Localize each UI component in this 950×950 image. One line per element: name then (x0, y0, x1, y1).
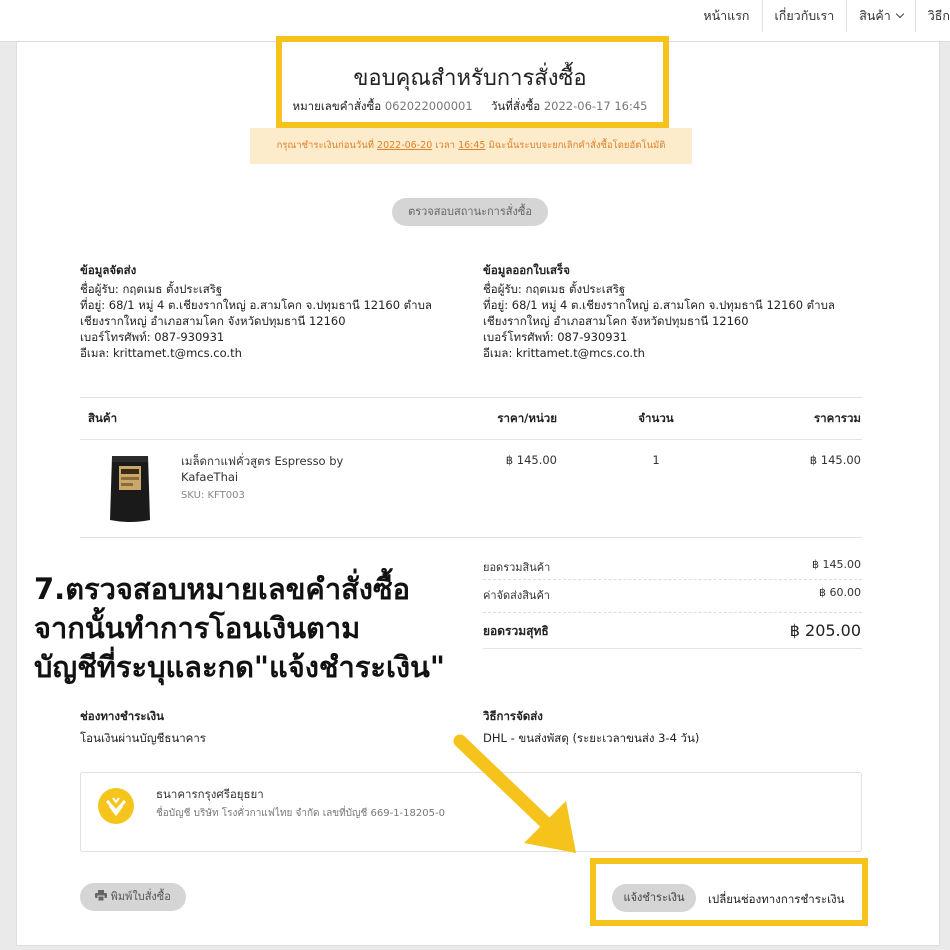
payment-channel-heading: ช่องทางชำระเงิน (80, 709, 165, 723)
product-unit-price: ฿ 145.00 (505, 453, 557, 467)
subtotal-value: ฿ 145.00 (812, 558, 861, 571)
notify-payment-button[interactable]: แจ้งชำระเงิน (612, 884, 696, 912)
subtotal-label: ยอดรวมสินค้า (483, 561, 551, 574)
shipping-info-block: ชื่อผู้รับ: กฤตเมธ ตั้งประเสริฐ ที่อยู่:… (80, 281, 460, 361)
product-name-line-1: เมล็ดกาแฟคั่วสูตร Espresso by (181, 454, 344, 468)
col-header-unit-price: ราคา/หน่วย (497, 411, 557, 425)
billing-phone: เบอร์โทรศัพท์: 087-930931 (483, 330, 628, 344)
billing-info-block: ชื่อผู้รับ: กฤตเมธ ตั้งประเสริฐ ที่อยู่:… (483, 281, 863, 361)
nav-howto[interactable]: วิธีก (916, 0, 950, 32)
nav-home[interactable]: หน้าแรก (691, 0, 763, 32)
bank-account-details: ชื่อบัญชี บริษัท โรงคั่วกาแฟไทย จำกัด เล… (156, 808, 445, 819)
nav-products-label: สินค้า (859, 8, 891, 23)
notice-suffix: มิฉะนั้นระบบจะยกเลิกคำสั่งซื้อโดยอัตโนมั… (488, 140, 666, 151)
krungsri-logo-icon (98, 788, 134, 824)
tutorial-line-1: 7.ตรวจสอบหมายเลขคำสั่งซื้อ (34, 572, 411, 606)
shipping-phone: เบอร์โทรศัพท์: 087-930931 (80, 330, 225, 344)
shipping-recipient: ชื่อผู้รับ: กฤตเมธ ตั้งประเสริฐ (80, 282, 223, 296)
bank-name: ธนาคารกรุงศรีอยุธยา (156, 787, 264, 801)
col-header-qty: จำนวน (638, 411, 674, 425)
nav-products[interactable]: สินค้า (847, 0, 916, 32)
main-nav: หน้าแรก เกี่ยวกับเรา สินค้า วิธีก (691, 0, 950, 32)
shipping-address-2: เชียงรากใหญ่ อำเภอสามโคก จังหวัดปทุมธานี… (80, 314, 346, 328)
table-bottom-divider (80, 537, 862, 538)
product-total: ฿ 145.00 (809, 453, 861, 467)
chevron-down-icon (895, 9, 905, 19)
shipping-fee-label: ค่าจัดส่งสินค้า (483, 589, 550, 602)
product-image (108, 452, 152, 524)
shipping-email: อีเมล: krittamet.t@mcs.co.th (80, 346, 242, 360)
product-name[interactable]: เมล็ดกาแฟคั่วสูตร Espresso by KafaeThai (181, 453, 411, 485)
tutorial-instruction-text: 7.ตรวจสอบหมายเลขคำสั่งซื้อ จากนั้นทำการโ… (34, 570, 445, 687)
product-name-line-2: KafaeThai (181, 470, 239, 484)
print-order-label: พิมพ์ใบสั่งซื้อ (110, 890, 171, 903)
grand-total-value: ฿ 205.00 (789, 621, 861, 640)
shipping-info-heading: ข้อมูลจัดส่ง (80, 263, 137, 277)
summary-divider-1 (483, 579, 862, 580)
highlight-box-order-info (276, 36, 669, 128)
product-qty: 1 (652, 453, 660, 467)
summary-bottom-divider (483, 648, 862, 649)
col-header-total: ราคารวม (814, 411, 861, 425)
payment-channel-value: โอนเงินผ่านบัญชีธนาคาร (80, 731, 206, 745)
summary-divider-2 (483, 612, 862, 613)
table-top-divider (80, 397, 862, 398)
grand-total-label: ยอดรวมสุทธิ (483, 624, 549, 638)
billing-info-heading: ข้อมูลออกใบเสร็จ (483, 263, 570, 277)
tutorial-line-2: จากนั้นทำการโอนเงินตาม (34, 611, 361, 645)
notice-time-label: เวลา (435, 140, 456, 151)
delivery-method-heading: วิธีการจัดส่ง (483, 709, 543, 723)
billing-recipient: ชื่อผู้รับ: กฤตเมธ ตั้งประเสริฐ (483, 282, 626, 296)
printer-icon (95, 890, 111, 903)
shipping-address-1: ที่อยู่: 68/1 หมู่ 4 ต.เชียงรากใหญ่ อ.สา… (80, 298, 432, 312)
print-order-button[interactable]: พิมพ์ใบสั่งซื้อ (80, 883, 186, 911)
nav-about-label: เกี่ยวกับเรา (774, 8, 835, 23)
nav-home-label: หน้าแรก (703, 8, 750, 23)
tutorial-arrow (453, 734, 576, 853)
notice-date: 2022-06-20 (377, 140, 433, 151)
payment-deadline-notice: กรุณาชำระเงินก่อนวันที่ 2022-06-20 เวลา … (250, 128, 692, 164)
billing-address-2: เชียงรากใหญ่ อำเภอสามโคก จังหวัดปทุมธานี… (483, 314, 749, 328)
table-header-divider (80, 439, 862, 440)
billing-address-1: ที่อยู่: 68/1 หมู่ 4 ต.เชียงรากใหญ่ อ.สา… (483, 298, 835, 312)
col-header-product: สินค้า (88, 411, 118, 425)
product-sku: SKU: KFT003 (181, 490, 245, 501)
notice-time: 16:45 (458, 140, 486, 151)
shipping-fee-value: ฿ 60.00 (819, 586, 861, 599)
notice-prefix: กรุณาชำระเงินก่อนวันที่ (276, 140, 374, 151)
check-order-status-button[interactable]: ตรวจสอบสถานะการสั่งซื้อ (392, 198, 548, 226)
tutorial-line-3: บัญชีที่ระบุและกด"แจ้งชำระเงิน" (34, 650, 445, 684)
nav-about[interactable]: เกี่ยวกับเรา (763, 0, 848, 32)
nav-howto-label: วิธีก (927, 8, 950, 23)
change-payment-method-link[interactable]: เปลี่ยนช่องทางการชำระเงิน (708, 891, 844, 909)
billing-email: อีเมล: krittamet.t@mcs.co.th (483, 346, 645, 360)
